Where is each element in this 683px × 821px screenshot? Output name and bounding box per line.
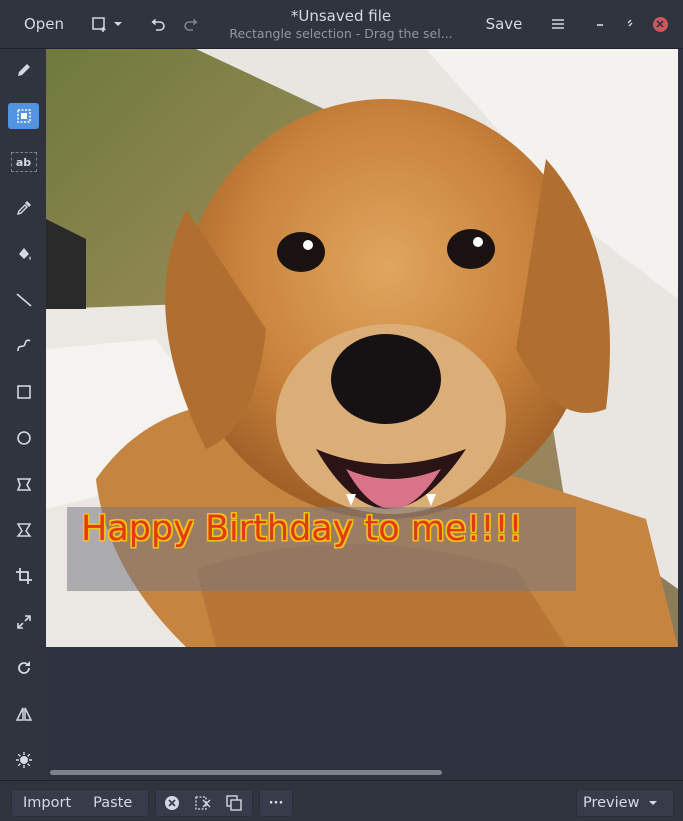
scrollbar-thumb[interactable] [50,770,442,775]
close-icon [656,20,664,28]
copy-icon [225,795,242,811]
cut-icon [194,796,210,810]
canvas-area[interactable]: Happy Birthday to me!!!! [46,49,683,780]
close-circle [652,16,668,32]
header-bar: Open *Unsaved file Rectangle selection -… [0,0,683,49]
tool-text[interactable]: ab [8,149,39,175]
chevron-down-icon [649,801,658,805]
import-button[interactable]: Import [12,795,82,811]
paint-bucket-icon [18,248,31,260]
window-title-area: *Unsaved file Rectangle selection - Drag… [205,6,477,42]
redo-icon [184,18,198,31]
canvas-text[interactable]: Happy Birthday to me!!!! [81,509,523,549]
pencil-icon [17,64,30,76]
minimize-icon [597,24,603,26]
curve-icon [16,339,31,352]
tool-filters[interactable] [8,747,39,773]
open-label: Open [23,15,65,33]
tool-free-shape[interactable] [8,471,39,497]
minimize-button[interactable] [592,16,608,32]
undo-icon [151,18,165,31]
tool-curve[interactable] [8,333,39,359]
cut-selection-button[interactable] [187,790,218,816]
tool-rectangle[interactable] [8,379,39,405]
tool-line[interactable] [8,287,39,313]
tool-color-picker[interactable] [8,195,39,221]
tool-paint-bucket[interactable] [8,241,39,267]
tool-rotate[interactable] [8,655,39,681]
new-image-icon [92,17,106,32]
delete-selection-button[interactable] [156,790,187,816]
close-button[interactable] [652,16,668,32]
crop-icon [15,568,32,584]
skew-icon [15,523,32,537]
text-tool-label: ab [15,155,32,169]
bottom-bar: Import Paste ··· Preview [0,780,683,821]
scale-icon [16,615,31,629]
window-title: *Unsaved file [290,7,392,25]
sun-icon [15,752,32,768]
tool-skew[interactable] [8,517,39,543]
selection-actions-group [155,789,253,817]
import-paste-group: Import Paste [11,789,149,817]
tools-sidebar: ab [0,49,47,780]
chevron-down-icon [114,22,122,26]
tool-circle[interactable] [8,425,39,451]
copy-selection-button[interactable] [218,790,249,816]
tool-flip[interactable] [8,701,39,727]
dog-photo[interactable]: Happy Birthday to me!!!! [46,49,678,647]
cancel-icon [164,796,179,810]
flip-icon [15,707,32,721]
save-label: Save [485,15,523,33]
eyedropper-icon [16,201,31,216]
maximize-button[interactable] [622,16,638,32]
more-icon: ··· [268,795,284,811]
preview-button[interactable]: Preview [576,789,674,817]
rotate-icon [17,661,30,674]
text-tool-icon: ab [10,152,37,172]
rectangle-icon [16,385,31,399]
rectangle-selection-icon [16,109,31,123]
tool-scale[interactable] [8,609,39,635]
redo-button[interactable] [177,9,205,39]
tool-crop[interactable] [8,563,39,589]
maximize-icon [627,19,633,27]
save-button[interactable]: Save [478,9,530,39]
undo-button[interactable] [144,9,172,39]
paste-button[interactable]: Paste [82,795,143,811]
free-shape-icon [16,478,31,491]
window-subtitle: Rectangle selection - Drag the sel... [229,26,453,41]
tool-pencil[interactable] [8,57,39,83]
open-button[interactable]: Open [13,9,75,39]
horizontal-scrollbar[interactable] [46,768,678,776]
tool-rectangle-selection[interactable] [8,103,39,129]
more-options-button[interactable]: ··· [259,789,293,817]
circle-icon [16,431,31,445]
menu-button[interactable] [543,9,573,39]
preview-label: Preview [583,795,640,811]
line-icon [15,293,32,307]
menu-icon [552,19,564,29]
new-image-button[interactable] [84,9,130,39]
